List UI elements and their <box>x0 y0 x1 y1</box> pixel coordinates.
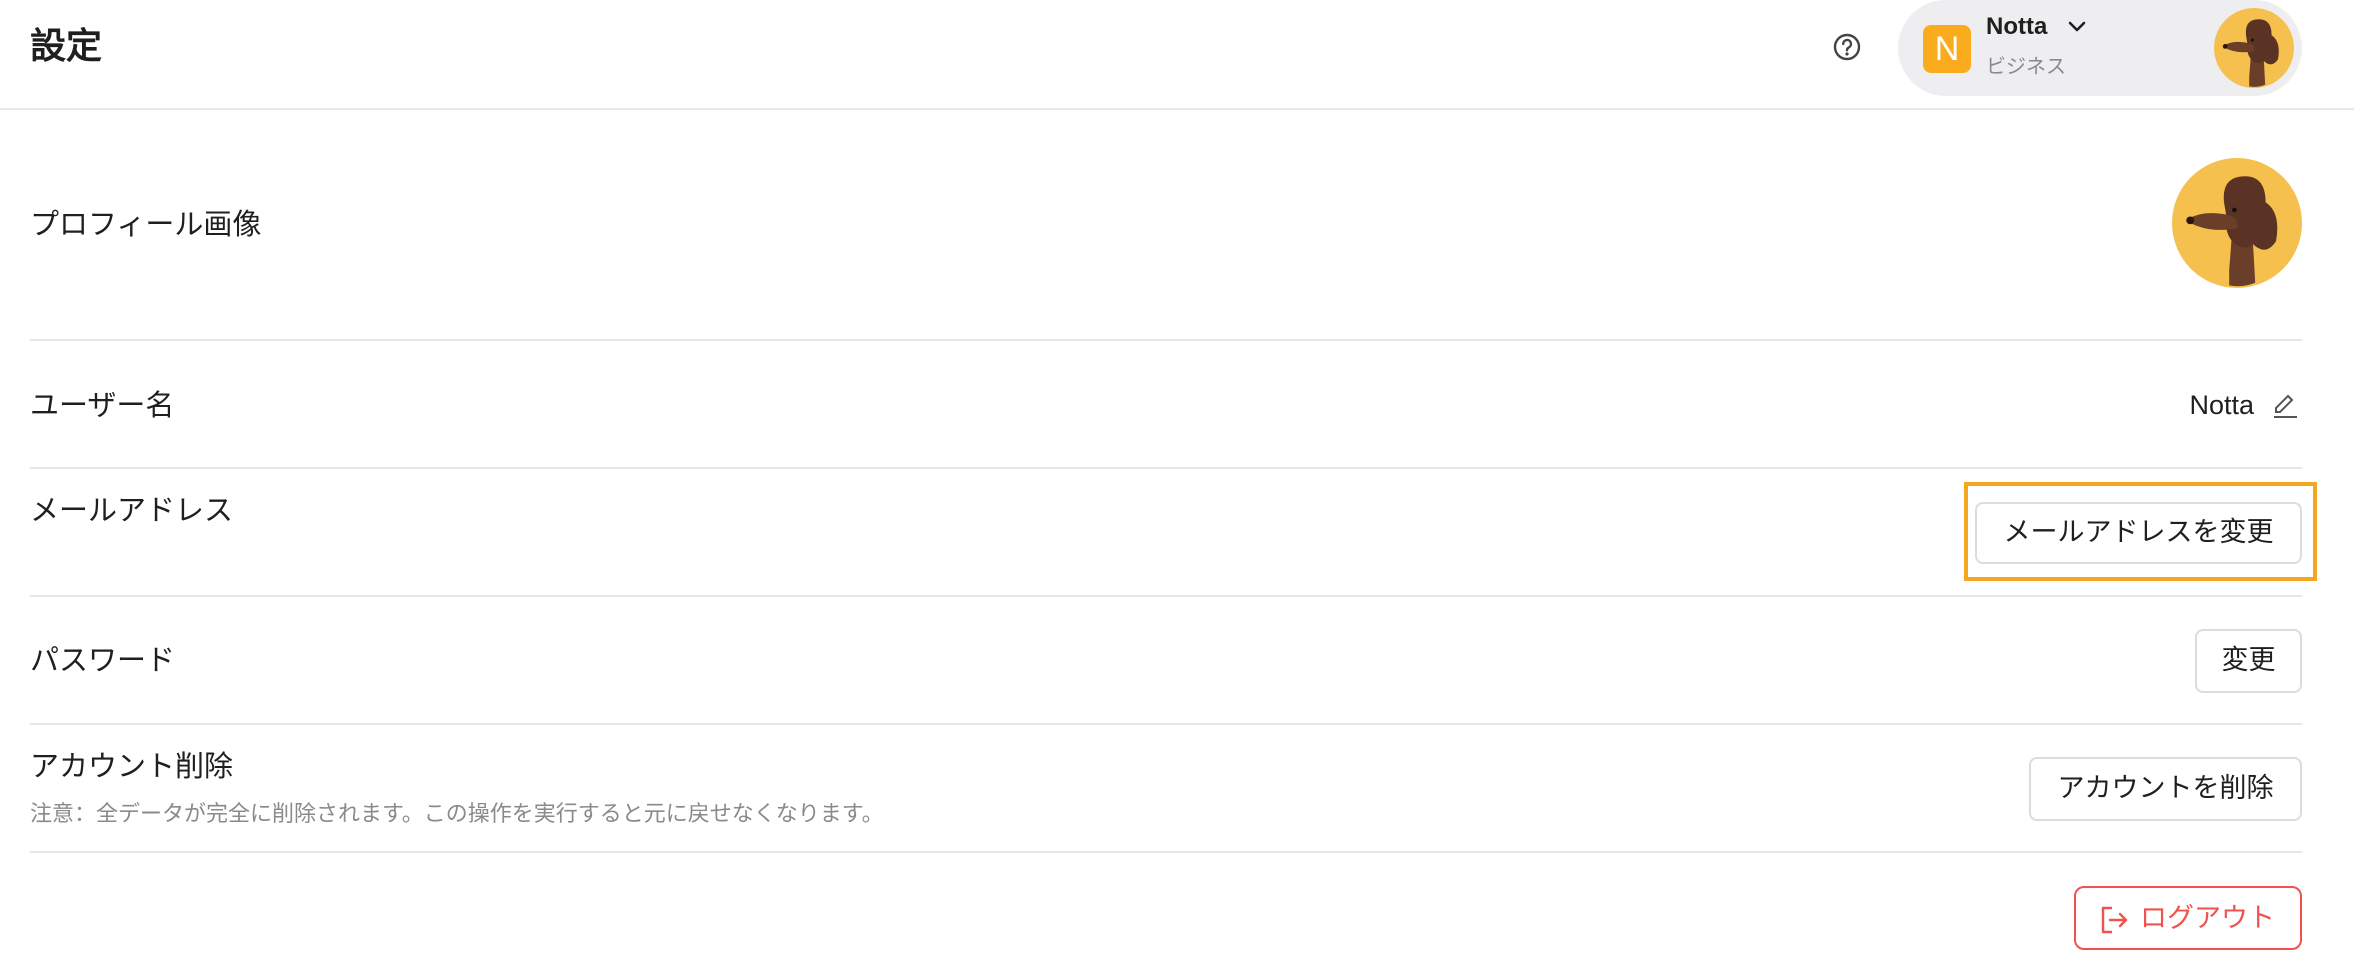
change-password-button[interactable]: 変更 <box>2195 629 2302 693</box>
workspace-plan: ビジネス <box>1986 54 2066 78</box>
account-switcher[interactable]: N Notta ビジネス <box>1898 0 2302 96</box>
profile-image-label: プロフィール画像 <box>30 207 262 241</box>
help-circle-icon[interactable] <box>1832 32 1862 62</box>
logout-icon <box>2101 906 2128 934</box>
workspace-name: Notta <box>1986 13 2048 40</box>
user-avatar-icon[interactable] <box>2214 8 2294 88</box>
email-label: メールアドレス <box>30 493 234 527</box>
page-title: 設定 <box>30 26 103 67</box>
username-label: ユーザー名 <box>30 388 175 422</box>
divider <box>30 851 2302 853</box>
profile-avatar-icon[interactable] <box>2172 158 2302 288</box>
logout-button[interactable]: ログアウト <box>2074 886 2302 950</box>
logout-label: ログアウト <box>2140 903 2275 934</box>
divider <box>30 723 2302 725</box>
change-email-button[interactable]: メールアドレスを変更 <box>1975 502 2302 564</box>
divider <box>30 595 2302 597</box>
divider <box>30 339 2302 341</box>
delete-account-button[interactable]: アカウントを削除 <box>2029 757 2302 821</box>
chevron-down-icon[interactable] <box>2066 16 2088 38</box>
divider <box>30 467 2302 469</box>
top-header: 設定 N Notta ビジネス <box>0 0 2354 110</box>
username-value: Notta <box>2189 390 2254 420</box>
edit-pencil-icon[interactable] <box>2270 390 2300 420</box>
workspace-badge: N <box>1923 25 1971 73</box>
delete-account-label: アカウント削除 <box>30 749 234 783</box>
delete-account-note: 注意：全データが完全に削除されます。この操作を実行すると元に戻せなくなります。 <box>30 802 884 827</box>
password-label: パスワード <box>30 643 176 677</box>
